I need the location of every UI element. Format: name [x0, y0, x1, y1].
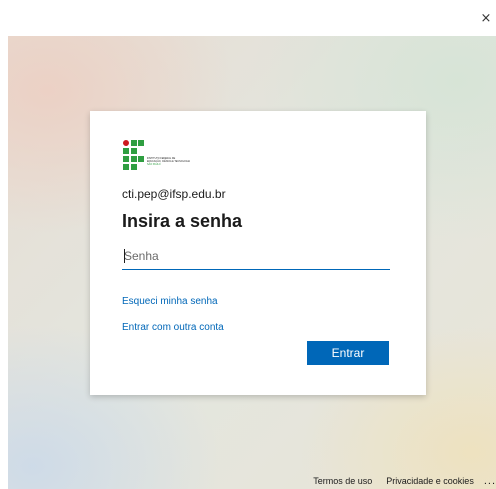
other-account-link[interactable]: Entrar com outra conta — [122, 322, 224, 333]
close-button[interactable]: × — [476, 8, 496, 28]
logo-line-3: SÃO PAULO — [147, 163, 161, 166]
more-options-icon[interactable]: ... — [484, 475, 496, 487]
ifsp-logo: INSTITUTO FEDERAL DE EDUCAÇÃO, CIÊNCIA E… — [123, 140, 190, 170]
terms-link[interactable]: Termos de uso — [313, 476, 372, 486]
password-field[interactable] — [122, 245, 392, 267]
signin-card: INSTITUTO FEDERAL DE EDUCAÇÃO, CIÊNCIA E… — [90, 111, 426, 395]
logo-dot — [123, 140, 129, 146]
title-bar: × — [0, 0, 496, 36]
background: INSTITUTO FEDERAL DE EDUCAÇÃO, CIÊNCIA E… — [8, 36, 496, 489]
password-field-wrapper — [122, 245, 392, 270]
submit-button[interactable]: Entrar — [307, 341, 389, 365]
forgot-password-link[interactable]: Esqueci minha senha — [122, 296, 218, 307]
account-email: cti.pep@ifsp.edu.br — [122, 187, 226, 201]
close-icon: × — [480, 10, 492, 26]
footer: Termos de uso Privacidade e cookies ... — [299, 472, 496, 489]
privacy-link[interactable]: Privacidade e cookies — [386, 476, 474, 486]
text-caret — [124, 249, 125, 263]
page-title: Insira a senha — [122, 211, 243, 231]
